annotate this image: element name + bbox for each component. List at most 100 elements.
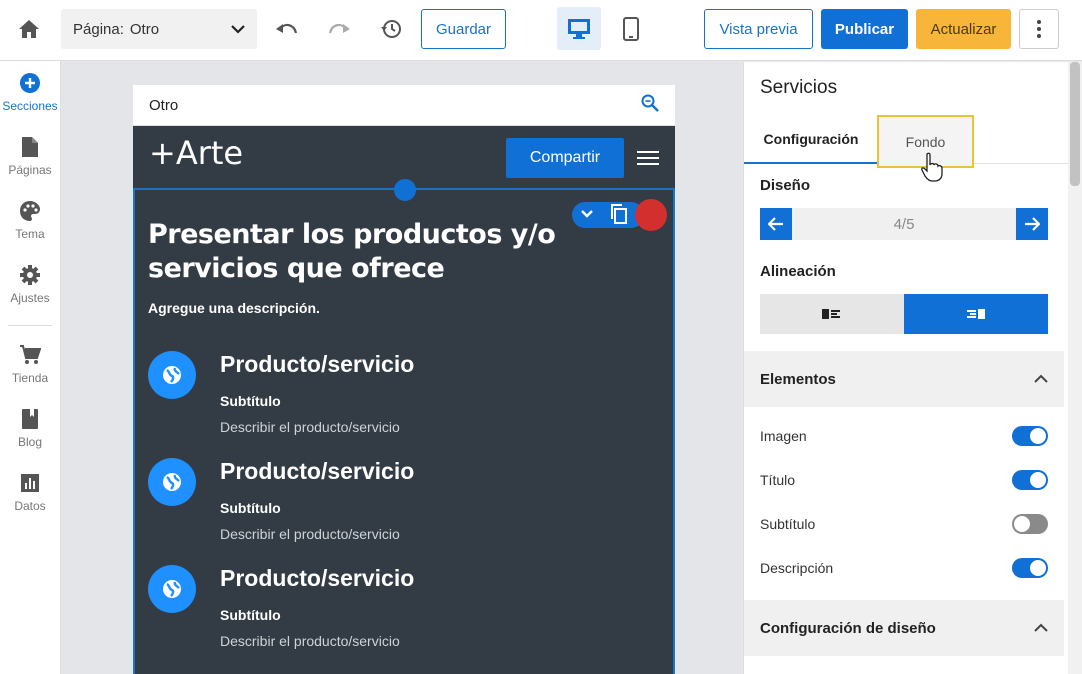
chevron-up-icon: [1034, 371, 1048, 388]
panel-tabs: Configuración Fondo: [744, 115, 1068, 168]
align-image-right-option[interactable]: [904, 294, 1048, 334]
left-sidebar: Secciones Páginas Tema Ajustes Tienda Bl…: [0, 61, 61, 674]
undo-icon[interactable]: [270, 12, 304, 46]
sidebar-item-blog[interactable]: Blog: [0, 407, 60, 449]
page-icon: [18, 135, 42, 159]
redo-icon[interactable]: [322, 12, 356, 46]
sidebar-item-label: Secciones: [2, 99, 58, 113]
site-preview: Otro +Arte Compartir Presentar los produ…: [133, 85, 675, 674]
product-subtitle: Subtítulo: [220, 500, 281, 516]
elements-group-header[interactable]: Elementos: [744, 351, 1064, 407]
sidebar-divider: [8, 325, 52, 326]
page-select-value: Otro: [129, 20, 160, 38]
sidebar-item-label: Tema: [15, 227, 45, 241]
hand-cursor-icon: [920, 152, 944, 182]
design-config-group-header[interactable]: Configuración de diseño: [744, 600, 1064, 656]
sidebar-item-label: Ajustes: [10, 291, 50, 305]
sidebar-item-datos[interactable]: Datos: [0, 471, 60, 513]
site-page-bar: Otro: [133, 85, 675, 126]
sidebar-item-ajustes[interactable]: Ajustes: [0, 263, 60, 305]
chevron-up-icon: [1034, 620, 1048, 637]
sidebar-item-label: Datos: [14, 499, 46, 513]
product-description: Describir el producto/servicio: [220, 633, 400, 649]
product-description: Describir el producto/servicio: [220, 419, 400, 435]
design-pager: 4/5: [760, 208, 1048, 240]
scrollbar-thumb[interactable]: [1070, 62, 1080, 186]
toggle-label: Imagen: [760, 428, 807, 444]
palette-icon: [18, 199, 42, 223]
sidebar-item-tienda[interactable]: Tienda: [0, 343, 60, 385]
globe-icon: [148, 351, 196, 399]
share-button[interactable]: Compartir: [506, 138, 624, 178]
update-button[interactable]: Actualizar: [916, 9, 1011, 49]
section-settings-panel: Servicios Configuración Fondo Diseño 4/5…: [743, 62, 1068, 674]
design-label: Diseño: [760, 177, 811, 194]
section-title[interactable]: Presentar los productos y/o servicios qu…: [148, 218, 638, 286]
toggle-row-subtitulo: Subtítulo: [760, 512, 1048, 536]
product-title: Producto/servicio: [220, 565, 415, 591]
home-icon[interactable]: [12, 12, 46, 46]
book-icon: [18, 407, 42, 431]
gear-icon: [18, 263, 42, 287]
toggle-label: Descripción: [760, 560, 834, 576]
toggle-label: Título: [760, 472, 796, 488]
section-description[interactable]: Agregue una descripción.: [148, 300, 320, 316]
toggle-switch[interactable]: [1012, 470, 1048, 490]
product-subtitle: Subtítulo: [220, 607, 281, 623]
alignment-label: Alineación: [760, 263, 836, 280]
page-select[interactable]: Página: Otro: [61, 9, 257, 49]
preview-button[interactable]: Vista previa: [704, 9, 813, 49]
panel-scrollbar[interactable]: [1068, 62, 1082, 674]
product-title: Producto/servicio: [220, 351, 415, 377]
hamburger-menu-icon[interactable]: [637, 151, 659, 167]
desktop-view-icon[interactable]: [557, 7, 601, 50]
arrow-left-icon[interactable]: [760, 208, 792, 240]
chevron-down-icon: [231, 21, 245, 38]
sidebar-item-secciones[interactable]: Secciones: [0, 71, 60, 113]
editor-canvas: Otro +Arte Compartir Presentar los produ…: [62, 62, 742, 674]
delete-section-button[interactable]: [635, 199, 667, 231]
panel-title: Servicios: [760, 77, 838, 98]
tab-configuracion[interactable]: Configuración: [744, 116, 878, 164]
globe-icon: [148, 458, 196, 506]
alignment-selector: [760, 294, 1048, 334]
design-count: 4/5: [893, 215, 915, 233]
history-icon[interactable]: [374, 12, 408, 46]
more-options-icon[interactable]: [1019, 9, 1059, 49]
chart-icon: [18, 471, 42, 495]
section-drag-handle[interactable]: [394, 179, 416, 201]
publish-button[interactable]: Publicar: [821, 9, 908, 49]
sidebar-item-tema[interactable]: Tema: [0, 199, 60, 241]
product-item[interactable]: Producto/servicio Subtítulo Describir el…: [148, 565, 648, 665]
save-button[interactable]: Guardar: [421, 9, 506, 49]
site-page-name: Otro: [149, 96, 179, 114]
toggle-switch[interactable]: [1012, 558, 1048, 578]
product-description: Describir el producto/servicio: [220, 526, 400, 542]
toggle-row-titulo: Título: [760, 468, 1048, 492]
sidebar-item-label: Blog: [17, 435, 43, 449]
toggle-label: Subtítulo: [760, 516, 816, 532]
zoom-search-icon[interactable]: [641, 94, 659, 116]
sidebar-item-label: Tienda: [11, 371, 49, 385]
top-toolbar: Página: Otro Guardar Vista previa Public…: [0, 0, 1082, 61]
page-select-label: Página:: [73, 20, 124, 38]
cart-icon: [18, 343, 42, 367]
product-item[interactable]: Producto/servicio Subtítulo Describir el…: [148, 351, 648, 451]
toggle-row-descripcion: Descripción: [760, 556, 1048, 580]
toggle-switch[interactable]: [1012, 514, 1048, 534]
toggle-row-imagen: Imagen: [760, 424, 1048, 448]
site-logo: +Arte: [149, 134, 244, 172]
mobile-view-icon[interactable]: [611, 7, 651, 50]
sidebar-item-paginas[interactable]: Páginas: [0, 135, 60, 177]
product-title: Producto/servicio: [220, 458, 415, 484]
sidebar-item-label: Páginas: [8, 163, 52, 177]
arrow-right-icon[interactable]: [1016, 208, 1048, 240]
toggle-switch[interactable]: [1012, 426, 1048, 446]
services-section[interactable]: Presentar los productos y/o servicios qu…: [133, 179, 675, 674]
globe-icon: [148, 565, 196, 613]
design-config-label: Configuración de diseño: [760, 619, 936, 637]
product-item[interactable]: Producto/servicio Subtítulo Describir el…: [148, 458, 648, 558]
align-image-left-option[interactable]: [760, 294, 904, 334]
plus-circle-icon: [18, 71, 42, 95]
product-subtitle: Subtítulo: [220, 393, 281, 409]
